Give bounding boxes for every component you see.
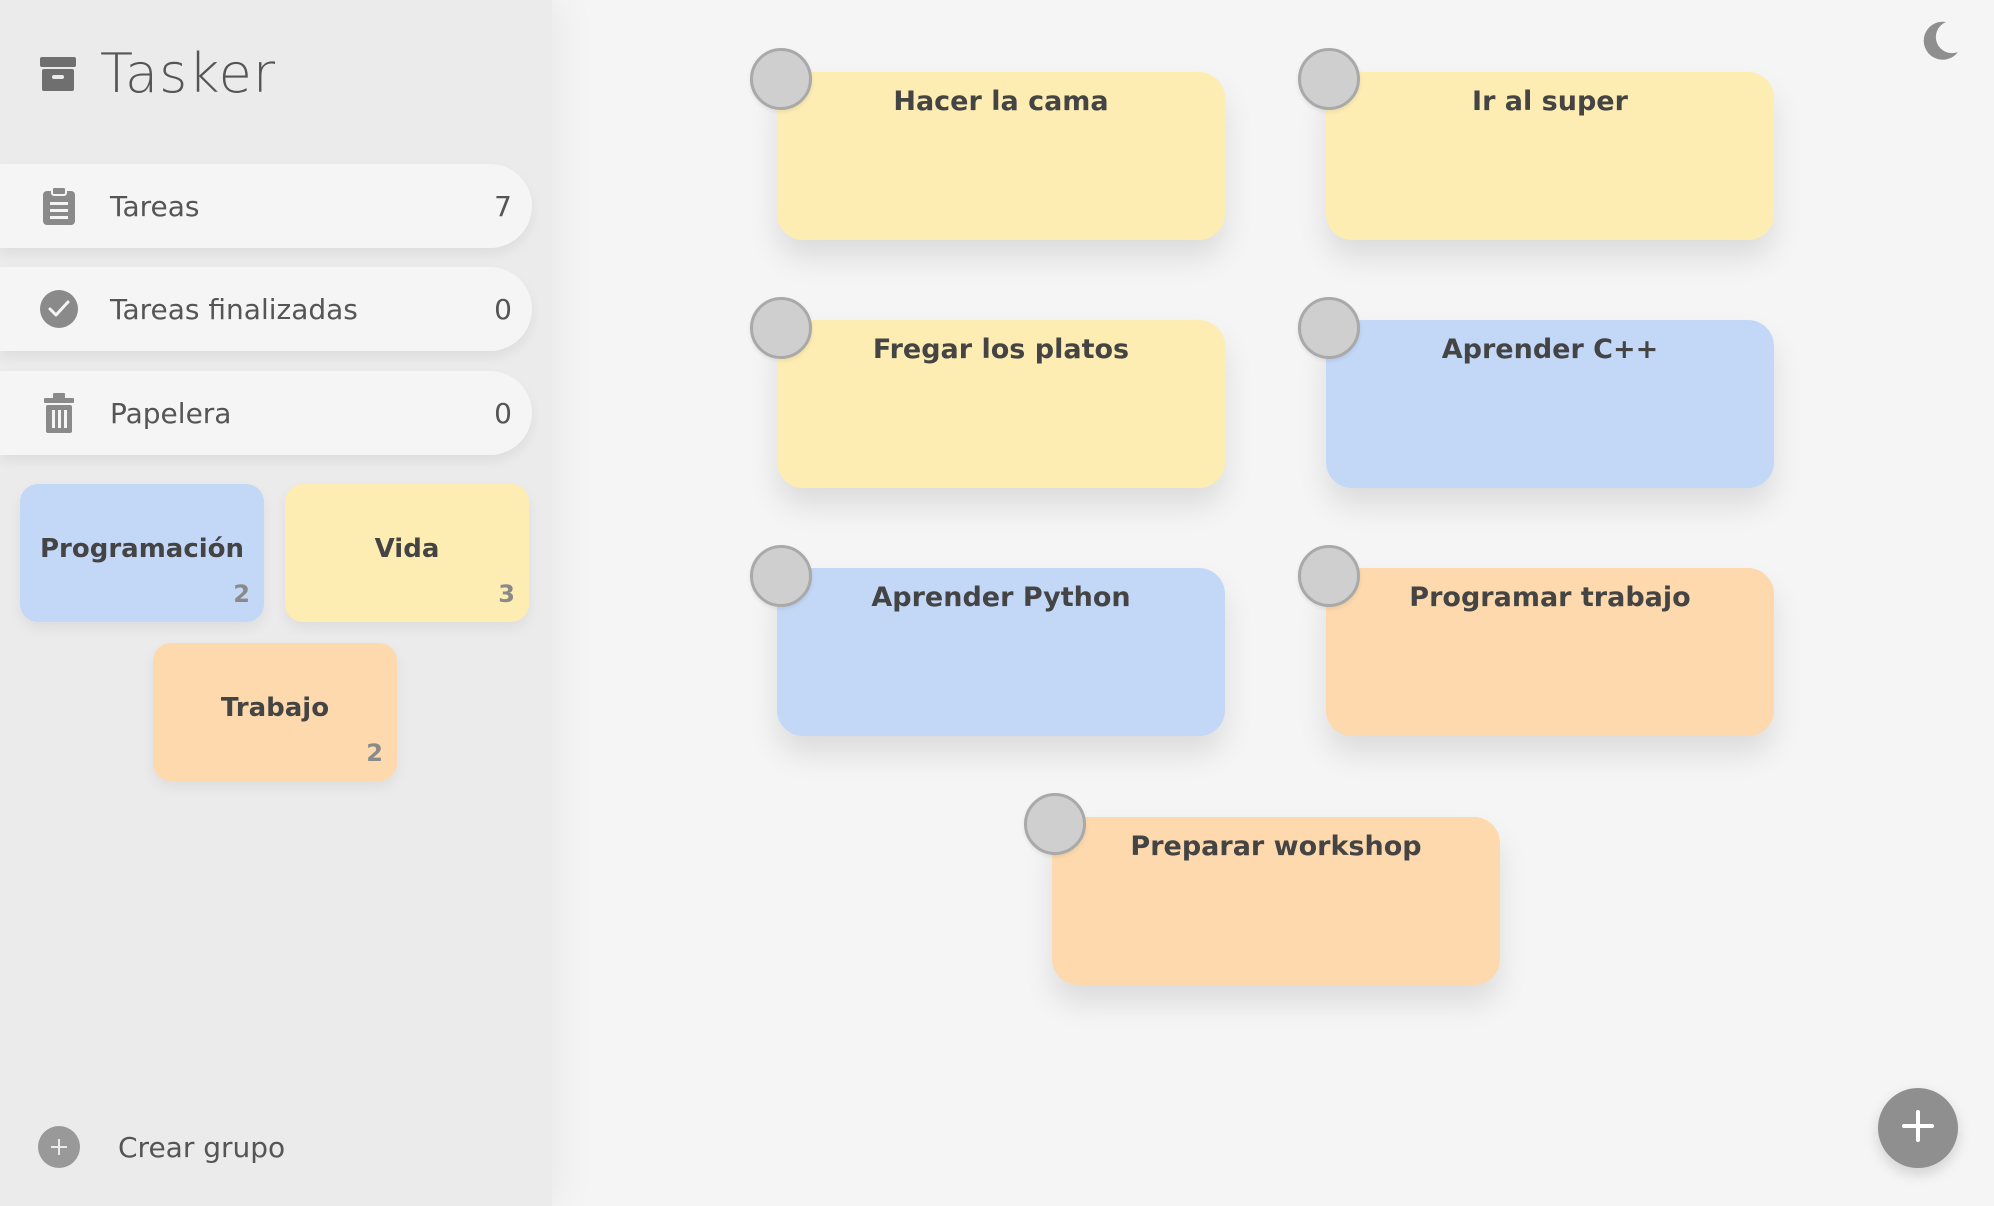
task-card[interactable]: Programar trabajo [1326,568,1774,736]
task-card[interactable]: Ir al super [1326,72,1774,240]
plus-icon [1898,1106,1938,1150]
task-title: Preparar workshop [1130,831,1422,862]
task-title: Fregar los platos [872,334,1130,365]
nav-label: Tareas [110,189,200,223]
moon-icon[interactable] [1916,18,1962,64]
task-card[interactable]: Fregar los platos [777,320,1225,488]
brand: Tasker [38,42,276,105]
task-card[interactable]: Preparar workshop [1052,817,1500,985]
nav-item-tareas[interactable]: Tareas 7 [0,164,532,248]
task-title: Hacer la cama [893,86,1109,117]
nav-label: Papelera [110,396,232,430]
sidebar: Tasker Tareas 7 Tareas finalizadas 0 Pap… [0,0,552,1206]
create-group-label: Crear grupo [118,1130,286,1164]
nav-item-papelera[interactable]: Papelera 0 [0,371,532,455]
group-name: Trabajo [220,693,330,723]
nav-item-tareas-finalizadas[interactable]: Tareas finalizadas 0 [0,267,532,351]
task-title: Aprender C++ [1441,334,1659,365]
nav-count: 0 [494,292,512,326]
task-card[interactable]: Aprender Python [777,568,1225,736]
group-name: Vida [374,534,440,564]
group-trabajo[interactable]: Trabajo 2 [153,643,397,781]
plus-circle-icon [38,1126,80,1168]
task-complete-toggle[interactable] [750,48,812,110]
create-group-button[interactable]: Crear grupo [38,1126,285,1168]
task-card[interactable]: Aprender C++ [1326,320,1774,488]
nav-count: 0 [494,396,512,430]
task-complete-toggle[interactable] [1024,793,1086,855]
task-title: Ir al super [1472,86,1628,117]
task-complete-toggle[interactable] [1298,297,1360,359]
group-count: 2 [366,739,383,767]
check-circle-icon [38,287,80,331]
nav-count: 7 [494,189,512,223]
task-complete-toggle[interactable] [1298,545,1360,607]
add-task-button[interactable] [1878,1088,1958,1168]
task-title: Aprender Python [871,582,1131,613]
task-title: Programar trabajo [1409,582,1691,613]
group-count: 2 [233,580,250,608]
group-programacion[interactable]: Programación 2 [20,484,264,622]
task-card[interactable]: Hacer la cama [777,72,1225,240]
group-vida[interactable]: Vida 3 [285,484,529,622]
group-name: Programación [39,534,245,564]
task-complete-toggle[interactable] [750,297,812,359]
group-count: 3 [498,580,515,608]
trash-icon [38,391,80,435]
nav-label: Tareas finalizadas [110,292,358,326]
task-complete-toggle[interactable] [1298,48,1360,110]
app-title: Tasker [100,42,277,105]
archive-box-icon [38,53,78,95]
task-complete-toggle[interactable] [750,545,812,607]
clipboard-icon [38,184,80,228]
